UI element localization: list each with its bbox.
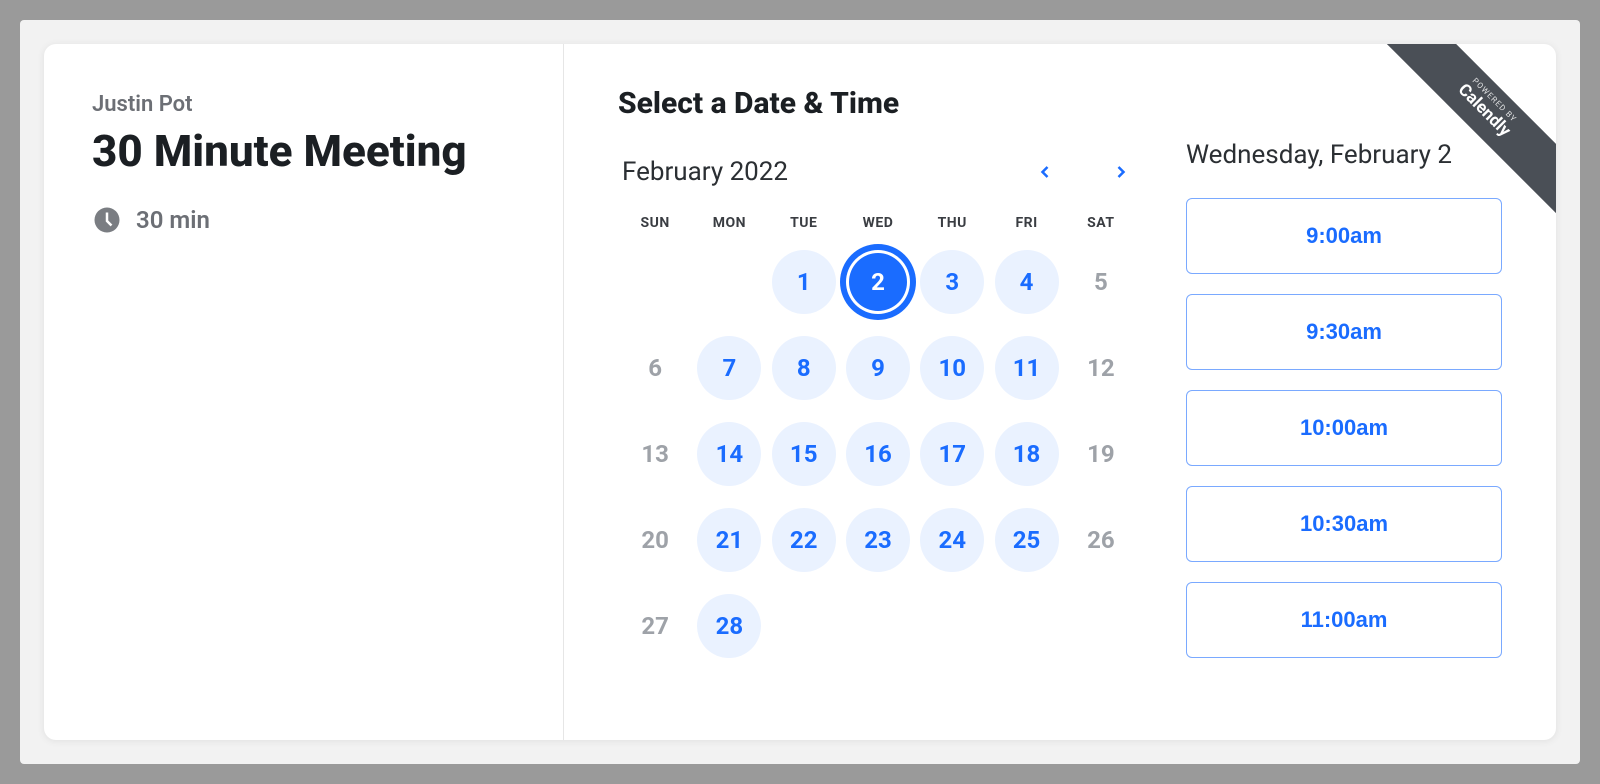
calendar-day[interactable]: 17 — [920, 422, 984, 486]
calendar-day[interactable]: 11 — [995, 336, 1059, 400]
chevron-left-icon — [1035, 162, 1055, 182]
prev-month-button[interactable] — [1032, 159, 1058, 185]
next-month-button[interactable] — [1108, 159, 1134, 185]
time-slot-button[interactable]: 9:30am — [1186, 294, 1502, 370]
calendar-cell: 13 — [618, 419, 692, 489]
calendar-cell: 21 — [692, 505, 766, 575]
calendar-day: 12 — [1069, 336, 1133, 400]
calendar-cell: 28 — [692, 591, 766, 661]
calendar-day: 6 — [623, 336, 687, 400]
day-of-week-headers: SUNMONTUEWEDTHUFRISAT — [618, 215, 1138, 231]
host-name: Justin Pot — [92, 92, 515, 117]
calendar-cell: 4 — [989, 247, 1063, 317]
calendar-column: Select a Date & Time February 2022 SUNMO… — [618, 86, 1138, 740]
month-nav — [1032, 159, 1134, 185]
calendar-day[interactable]: 15 — [772, 422, 836, 486]
calendar-cell: 8 — [767, 333, 841, 403]
calendar-day[interactable]: 2 — [846, 250, 910, 314]
times-column: Wednesday, February 2 9:00am 9:30am 10:00a… — [1186, 86, 1502, 740]
day-header: SAT — [1064, 215, 1138, 231]
chevron-right-icon — [1111, 162, 1131, 182]
calendar-cell: 16 — [841, 419, 915, 489]
calendar-cell: 14 — [692, 419, 766, 489]
month-row: February 2022 — [618, 157, 1138, 187]
calendar-cell: 11 — [989, 333, 1063, 403]
calendar-day[interactable]: 8 — [772, 336, 836, 400]
calendar-day[interactable]: 14 — [697, 422, 761, 486]
calendar-grid: 1234567891011121314151617181920212223242… — [618, 247, 1138, 661]
calendar-day[interactable]: 24 — [920, 508, 984, 572]
calendar-day[interactable]: 28 — [697, 594, 761, 658]
calendar-cell: 19 — [1064, 419, 1138, 489]
day-header: THU — [915, 215, 989, 231]
calendar-cell: 1 — [767, 247, 841, 317]
calendar-day[interactable]: 25 — [995, 508, 1059, 572]
calendar-day[interactable]: 7 — [697, 336, 761, 400]
calendar-cell: 26 — [1064, 505, 1138, 575]
calendar-day[interactable]: 16 — [846, 422, 910, 486]
calendar-cell: 3 — [915, 247, 989, 317]
calendar-day: 27 — [623, 594, 687, 658]
calendar-cell: 18 — [989, 419, 1063, 489]
calendar-day[interactable]: 3 — [920, 250, 984, 314]
day-header: MON — [692, 215, 766, 231]
duration-row: 30 min — [92, 205, 515, 235]
time-slot-button[interactable]: 9:00am — [1186, 198, 1502, 274]
booking-card: POWERED BY Calendly Justin Pot 30 Minute… — [44, 44, 1556, 740]
calendar-cell: 22 — [767, 505, 841, 575]
calendar-cell: 2 — [841, 247, 915, 317]
day-header: WED — [841, 215, 915, 231]
calendar-cell — [618, 247, 692, 317]
calendar-day: 20 — [623, 508, 687, 572]
calendar-day[interactable]: 4 — [995, 250, 1059, 314]
calendar-cell: 17 — [915, 419, 989, 489]
time-slot-button[interactable]: 10:30am — [1186, 486, 1502, 562]
calendar-day[interactable]: 22 — [772, 508, 836, 572]
calendar-day: 19 — [1069, 422, 1133, 486]
calendar-cell: 10 — [915, 333, 989, 403]
event-title: 30 Minute Meeting — [92, 125, 515, 177]
calendar-cell: 25 — [989, 505, 1063, 575]
calendar-cell: 23 — [841, 505, 915, 575]
day-header: SUN — [618, 215, 692, 231]
calendar-day[interactable]: 1 — [772, 250, 836, 314]
calendar-cell: 24 — [915, 505, 989, 575]
calendar-day[interactable]: 21 — [697, 508, 761, 572]
day-header: TUE — [767, 215, 841, 231]
calendar-day: 5 — [1069, 250, 1133, 314]
calendar-day[interactable]: 9 — [846, 336, 910, 400]
calendar-day[interactable]: 10 — [920, 336, 984, 400]
day-header: FRI — [989, 215, 1063, 231]
calendar-cell: 7 — [692, 333, 766, 403]
calendar-day: 13 — [623, 422, 687, 486]
calendar-cell — [692, 247, 766, 317]
calendar-day[interactable]: 18 — [995, 422, 1059, 486]
time-slot-button[interactable]: 11:00am — [1186, 582, 1502, 658]
selected-date-label: Wednesday, February 2 — [1186, 140, 1502, 170]
calendar-cell: 15 — [767, 419, 841, 489]
duration-text: 30 min — [136, 206, 210, 234]
calendar-day: 26 — [1069, 508, 1133, 572]
calendar-cell: 20 — [618, 505, 692, 575]
calendar-day[interactable]: 23 — [846, 508, 910, 572]
clock-icon — [92, 205, 122, 235]
calendar-cell: 6 — [618, 333, 692, 403]
calendar-cell: 27 — [618, 591, 692, 661]
calendar-cell: 5 — [1064, 247, 1138, 317]
section-title: Select a Date & Time — [618, 86, 1138, 121]
time-slot-list: 9:00am 9:30am 10:00am 10:30am 11:00am — [1186, 198, 1502, 658]
calendar-cell: 12 — [1064, 333, 1138, 403]
event-details-panel: Justin Pot 30 Minute Meeting 30 min — [44, 44, 564, 740]
calendar-cell: 9 — [841, 333, 915, 403]
picker-panel: Select a Date & Time February 2022 SUNMO… — [564, 44, 1556, 740]
time-slot-button[interactable]: 10:00am — [1186, 390, 1502, 466]
month-label: February 2022 — [622, 157, 788, 187]
